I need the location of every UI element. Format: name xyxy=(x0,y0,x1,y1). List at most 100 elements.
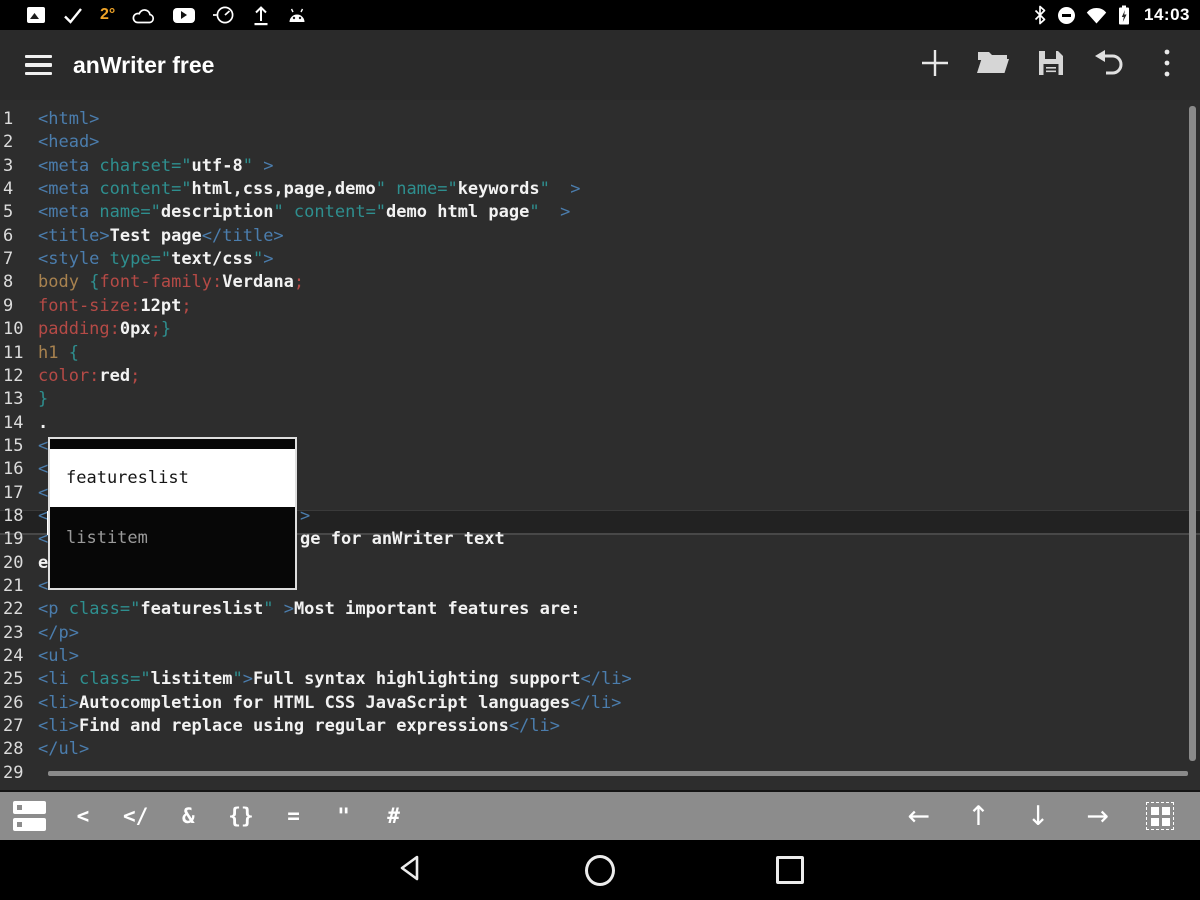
new-file-button[interactable] xyxy=(918,48,952,82)
key-ampersand[interactable]: & xyxy=(178,804,198,828)
code-text: <meta charset="utf-8" > xyxy=(38,155,273,178)
line-number: 17 xyxy=(3,482,23,505)
code-line-26[interactable]: 26<li>Autocompletion for HTML CSS JavaSc… xyxy=(0,692,1200,716)
temperature-notification: 2° xyxy=(100,4,115,26)
line-number: 2 xyxy=(3,131,13,154)
plus-icon xyxy=(919,47,951,84)
code-line-4[interactable]: 4 <meta content="html,css,page,demo" name… xyxy=(0,178,1200,202)
code-line-27[interactable]: 27 <li>Find and replace using regular exp… xyxy=(0,715,1200,739)
snippet-list-button[interactable] xyxy=(13,801,46,831)
line-number: 5 xyxy=(3,201,13,224)
save-floppy-icon xyxy=(1037,49,1065,82)
code-line-1[interactable]: 1<html> xyxy=(0,108,1200,132)
code-line-2[interactable]: 2<head> xyxy=(0,131,1200,155)
code-line-13[interactable]: 13} xyxy=(0,388,1200,412)
line-number: 21 xyxy=(3,575,23,598)
symbol-toolbar: < </ & {} = " # ← ↑ ↓ → xyxy=(0,790,1200,840)
code-line-11[interactable]: 11h1 { xyxy=(0,342,1200,366)
code-line-12[interactable]: 12color:red; xyxy=(0,365,1200,389)
anwriter-app-screen: 2° 14:03 xyxy=(0,0,1200,900)
autocomplete-item-listitem[interactable]: listitem xyxy=(50,507,295,569)
app-toolbar: anWriter free xyxy=(0,30,1200,100)
line-number: 7 xyxy=(3,248,13,271)
overflow-menu-button[interactable] xyxy=(1150,48,1184,82)
autocomplete-item-featureslist[interactable]: featureslist xyxy=(50,449,295,507)
code-line-14[interactable]: 14. xyxy=(0,412,1200,436)
app-title: anWriter free xyxy=(73,52,214,79)
code-line-7[interactable]: 7 <style type="text/css"> xyxy=(0,248,1200,272)
vertical-scrollbar[interactable] xyxy=(1189,106,1196,761)
code-editor[interactable]: 1<html>2<head>3<meta charset="utf-8" >4 <… xyxy=(0,100,1200,790)
keyboard-toggle-button[interactable] xyxy=(1146,802,1174,830)
home-circle-icon xyxy=(585,855,615,886)
line-number: 10 xyxy=(3,318,23,341)
code-line-22[interactable]: 22<p class="featureslist" >Most importan… xyxy=(0,598,1200,622)
code-line-23[interactable]: 23</p> xyxy=(0,622,1200,646)
line-number: 25 xyxy=(3,668,23,691)
code-text: font-size:12pt; xyxy=(38,295,192,318)
cursor-right-button[interactable]: → xyxy=(1086,803,1109,830)
code-line-28[interactable]: 28</ul> xyxy=(0,738,1200,762)
menu-drawer-button[interactable] xyxy=(25,55,52,76)
code-line-5[interactable]: 5 <meta name="description" content="demo … xyxy=(0,201,1200,225)
line-number: 14 xyxy=(3,412,23,435)
key-braces[interactable]: {} xyxy=(228,804,253,828)
recents-square-icon xyxy=(776,856,804,884)
key-close-tag[interactable]: </ xyxy=(123,804,148,828)
code-text: < xyxy=(38,435,48,458)
line-number: 13 xyxy=(3,388,23,411)
check-notification-icon xyxy=(63,4,83,26)
code-line-9[interactable]: 9font-size:12pt; xyxy=(0,295,1200,319)
cursor-up-button[interactable]: ↑ xyxy=(967,803,990,830)
wifi-icon xyxy=(1086,4,1107,26)
code-text: <p class="featureslist" >Most important … xyxy=(38,598,581,621)
undo-button[interactable] xyxy=(1092,48,1126,82)
code-text: h1 { xyxy=(38,342,79,365)
code-line-3[interactable]: 3<meta charset="utf-8" > xyxy=(0,155,1200,179)
line-number: 4 xyxy=(3,178,13,201)
autocomplete-popup: featureslistlistitem xyxy=(48,437,297,590)
code-text: < xyxy=(38,482,48,505)
horizontal-scrollbar[interactable] xyxy=(48,771,1188,776)
android-notification-icon xyxy=(287,4,307,26)
code-text: <style type="text/css"> xyxy=(38,248,273,271)
code-text: padding:0px;} xyxy=(38,318,171,341)
key-quote[interactable]: " xyxy=(334,804,354,828)
line-number: 28 xyxy=(3,738,23,761)
line-number: 6 xyxy=(3,225,13,248)
code-text: <title>Test page</title> xyxy=(38,225,284,248)
key-hash[interactable]: # xyxy=(384,804,404,828)
code-line-24[interactable]: 24<ul> xyxy=(0,645,1200,669)
code-text: <meta content="html,css,page,demo" name=… xyxy=(38,178,581,201)
open-file-button[interactable] xyxy=(976,48,1010,82)
line-number: 15 xyxy=(3,435,23,458)
code-text: <li class="listitem">Full syntax highlig… xyxy=(38,668,632,691)
code-line-8[interactable]: 8body {font-family:Verdana; xyxy=(0,271,1200,295)
back-button[interactable] xyxy=(395,855,425,885)
recents-button[interactable] xyxy=(775,855,805,885)
line-number: 26 xyxy=(3,692,23,715)
line-number: 19 xyxy=(3,528,23,551)
do-not-disturb-icon xyxy=(1058,7,1075,24)
code-text: . xyxy=(38,412,48,435)
code-text-after-popup: ge for anWriter text xyxy=(300,528,505,551)
cursor-left-button[interactable]: ← xyxy=(908,803,931,830)
code-line-6[interactable]: 6 <title>Test page</title> xyxy=(0,225,1200,249)
cloud-icon xyxy=(132,4,156,26)
gauge-notification-icon xyxy=(212,4,235,26)
key-equals[interactable]: = xyxy=(284,804,304,828)
battery-charging-icon xyxy=(1118,4,1130,26)
cursor-down-button[interactable]: ↓ xyxy=(1027,803,1050,830)
code-line-10[interactable]: 10 padding:0px;} xyxy=(0,318,1200,342)
line-number: 8 xyxy=(3,271,13,294)
key-lt[interactable]: < xyxy=(73,804,93,828)
home-button[interactable] xyxy=(585,855,615,885)
three-dots-icon xyxy=(1163,48,1171,83)
code-text: <meta name="description" content="demo h… xyxy=(38,201,570,224)
code-text: <li>Find and replace using regular expre… xyxy=(38,715,560,738)
code-text: e xyxy=(38,552,48,575)
save-file-button[interactable] xyxy=(1034,48,1068,82)
line-number: 27 xyxy=(3,715,23,738)
code-line-25[interactable]: 25 <li class="listitem">Full syntax highl… xyxy=(0,668,1200,692)
code-text: <ul> xyxy=(38,645,79,668)
